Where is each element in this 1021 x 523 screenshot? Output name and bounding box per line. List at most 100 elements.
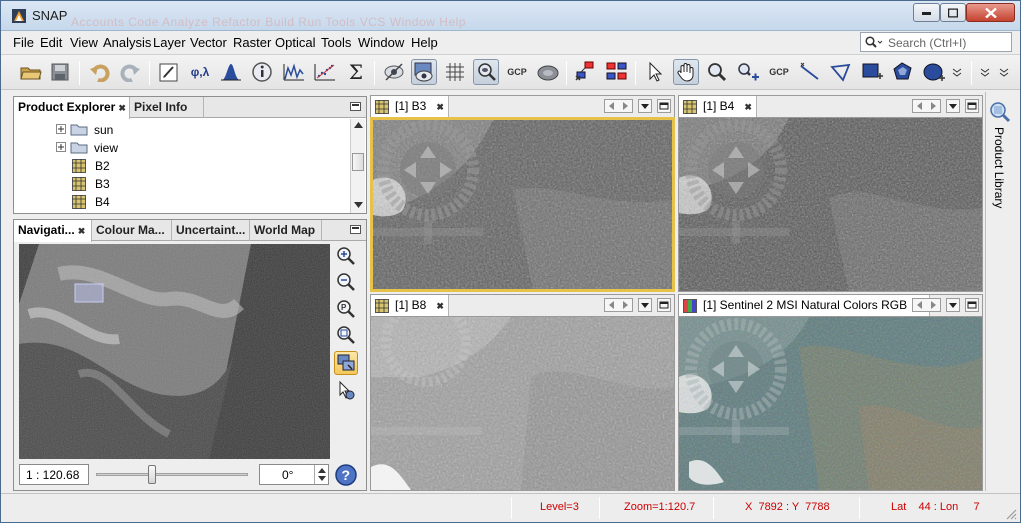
close-tab-icon[interactable]: ✖ (436, 301, 444, 311)
tab-view-b8[interactable]: [1] B8 ✖ (371, 295, 449, 317)
sync-cursor-button[interactable] (334, 378, 358, 402)
scroll-thumb[interactable] (352, 153, 364, 171)
polygon-tool-button[interactable] (890, 59, 916, 85)
tab-world-map[interactable]: World Map (250, 220, 322, 241)
overlay-gcp-button[interactable]: GCP (504, 59, 530, 85)
view-maximize-button[interactable] (965, 99, 979, 113)
toolbar-overflow-button-3[interactable] (996, 59, 1012, 85)
tab-view-rgb[interactable]: [1] Sentinel 2 MSI Natural Colors RGB✖ (679, 295, 930, 317)
menu-help[interactable]: Help (411, 35, 438, 50)
product-library-tab[interactable]: Product Library (992, 127, 1006, 208)
zoom-tool-button[interactable] (704, 59, 730, 85)
information-button[interactable] (249, 59, 275, 85)
tab-colour-manipulation[interactable]: Colour Ma... (92, 220, 172, 241)
toolbar-overflow-button[interactable] (948, 59, 966, 85)
rotation-slider-thumb[interactable] (148, 465, 157, 484)
open-product-button[interactable] (18, 59, 44, 85)
rectangle-tool-button[interactable] (859, 59, 885, 85)
maximize-button[interactable] (940, 3, 966, 22)
view-menu-button[interactable] (946, 298, 960, 312)
select-tool-button[interactable] (642, 59, 668, 85)
view-nav-arrows[interactable] (604, 99, 633, 113)
save-product-button[interactable] (48, 59, 74, 85)
tree-node-view[interactable]: view (56, 139, 336, 157)
polyline-tool-button[interactable] (828, 59, 854, 85)
undo-button[interactable] (87, 59, 113, 85)
pan-tool-button[interactable] (673, 59, 699, 85)
close-button[interactable] (966, 3, 1015, 22)
view-menu-button[interactable] (638, 99, 652, 113)
menu-edit[interactable]: Edit (40, 35, 62, 50)
tab-product-explorer[interactable]: Product Explorer ✖ (14, 97, 130, 119)
tab-pixel-info[interactable]: Pixel Info (130, 97, 204, 118)
tree-node-sun[interactable]: sun (56, 121, 336, 139)
tab-navigation[interactable]: Navigati... ✖ (14, 220, 92, 242)
minimize-panel-button[interactable] (350, 102, 361, 111)
view-maximize-button[interactable] (657, 298, 671, 312)
close-tab-icon[interactable]: ✖ (744, 102, 752, 112)
image-view-b3[interactable] (370, 117, 675, 292)
expand-icon[interactable] (56, 124, 66, 134)
overlay-shapes-button[interactable] (535, 59, 561, 85)
line-drawing-tool-button[interactable] (797, 59, 823, 85)
view-menu-button[interactable] (638, 298, 652, 312)
search-field[interactable]: Search (Ctrl+I) (860, 32, 1012, 52)
menu-analysis[interactable]: Analysis (103, 35, 151, 50)
rotation-spinner[interactable] (314, 465, 328, 484)
menu-window[interactable]: Window (358, 35, 404, 50)
tab-uncertainty[interactable]: Uncertaint... (172, 220, 250, 241)
overlay-no-data-button[interactable] (381, 59, 407, 85)
minimize-button[interactable] (913, 3, 940, 22)
spin-down-icon[interactable] (318, 476, 326, 481)
menu-tools[interactable]: Tools (321, 35, 351, 50)
gcp-placing-tool-button[interactable]: GCP (766, 59, 792, 85)
menu-view[interactable]: View (70, 35, 98, 50)
pin-manager-button[interactable] (573, 59, 599, 85)
menu-raster[interactable]: Raster (233, 35, 271, 50)
zoom-out-button[interactable] (334, 270, 358, 294)
view-maximize-button[interactable] (657, 99, 671, 113)
tab-view-b4[interactable]: [1] B4 ✖ (679, 96, 757, 118)
overlay-graticule-button[interactable] (442, 59, 468, 85)
gcp-manager-button[interactable] (604, 59, 630, 85)
tree-node-b4[interactable]: B4 (72, 193, 332, 211)
tree-node-b2[interactable]: B2 (72, 157, 332, 175)
sync-views-button[interactable] (334, 351, 358, 375)
zoom-pixel-button[interactable]: P (334, 297, 358, 321)
close-tab-icon[interactable]: ✖ (436, 102, 444, 112)
band-maths-button[interactable] (156, 59, 182, 85)
product-library-icon[interactable] (989, 101, 1011, 123)
zoom-factor-field[interactable]: 1 : 120.68 (19, 464, 89, 485)
redo-button[interactable] (117, 59, 143, 85)
zoom-all-button[interactable] (334, 323, 358, 347)
ellipse-tool-button[interactable] (921, 59, 947, 85)
profile-plot-button[interactable] (281, 59, 307, 85)
image-view-b4[interactable] (678, 117, 983, 292)
spectrum-button[interactable]: φ,λ (187, 59, 213, 85)
rotation-slider-track[interactable] (96, 473, 248, 476)
pin-placing-tool-button[interactable] (735, 59, 761, 85)
image-view-rgb[interactable] (678, 316, 983, 491)
close-tab-icon[interactable]: ✖ (118, 103, 126, 113)
menu-optical[interactable]: Optical (275, 35, 315, 50)
menu-file[interactable]: File (13, 35, 34, 50)
scroll-down-icon[interactable] (354, 202, 363, 208)
tab-view-b3[interactable]: [1] B3 ✖ (371, 96, 449, 118)
view-nav-arrows[interactable] (912, 298, 941, 312)
view-maximize-button[interactable] (965, 298, 979, 312)
view-nav-arrows[interactable] (604, 298, 633, 312)
scatter-plot-button[interactable] (312, 59, 338, 85)
scroll-up-icon[interactable] (354, 122, 363, 128)
spin-up-icon[interactable] (318, 468, 326, 473)
overlay-pins-button[interactable] (473, 59, 499, 85)
tree-scrollbar[interactable] (350, 119, 365, 213)
navigation-overview-image[interactable] (19, 244, 330, 459)
menu-layer[interactable]: Layer (153, 35, 186, 50)
expand-icon[interactable] (56, 142, 66, 152)
view-menu-button[interactable] (946, 99, 960, 113)
image-view-b8[interactable] (370, 316, 675, 491)
help-button[interactable]: ? (334, 463, 358, 487)
tree-node-b3[interactable]: B3 (72, 175, 332, 193)
zoom-in-button[interactable] (334, 244, 358, 268)
minimize-panel-button[interactable] (350, 225, 361, 234)
